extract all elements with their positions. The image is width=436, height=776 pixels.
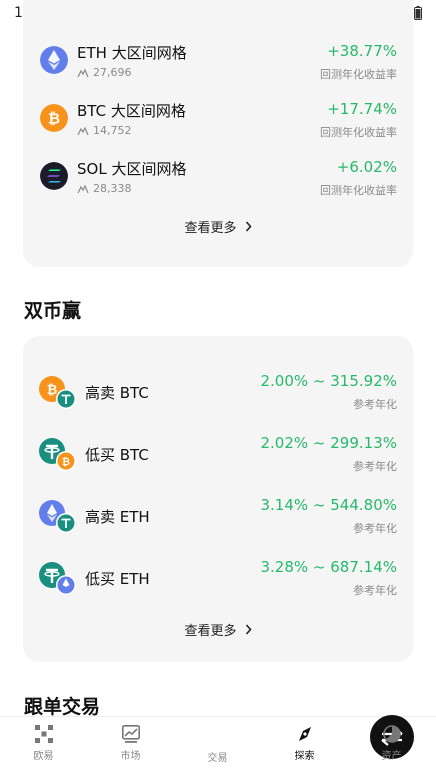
dual-range: 3.28% ~ 687.14% xyxy=(260,558,398,576)
nav-item-okx[interactable]: 欧易 xyxy=(0,725,87,762)
users-icon xyxy=(77,184,89,193)
grid-bot-title: SOL 大区间网格 xyxy=(77,160,187,178)
btc-usdt-pair-icon: ₿ xyxy=(39,376,76,409)
compass-icon xyxy=(298,727,311,741)
grid-bot-title: BTC 大区间网格 xyxy=(77,102,186,120)
chevron-right-icon xyxy=(245,624,252,635)
grid-bot-row-sol[interactable]: SOL 大区间网格 28,338 +6.02% 回测年化收益率 xyxy=(23,154,413,206)
grid-bot-users: 14,752 xyxy=(77,124,132,137)
dual-row-sell-eth[interactable]: 高卖 ETH 3.14% ~ 544.80% 参考年化 xyxy=(23,494,413,546)
nav-label: 市场 xyxy=(120,751,141,762)
sol-coin-icon xyxy=(40,162,68,190)
grid-bot-row-btc[interactable]: ₿ BTC 大区间网格 14,752 +17.74% 回测年化收益率 xyxy=(23,96,413,148)
okx-logo-icon xyxy=(34,725,53,743)
nav-item-market[interactable]: 市场 xyxy=(87,725,174,762)
nav-item-explore[interactable]: 探索 xyxy=(261,725,348,762)
market-chart-icon xyxy=(121,725,140,743)
nav-label: 交易 xyxy=(207,753,228,764)
grid-bot-caption: 回测年化收益率 xyxy=(320,126,397,139)
assets-pie-icon xyxy=(382,725,401,743)
grid-bot-caption: 回测年化收益率 xyxy=(320,184,397,197)
grid-bots-card: ETH 大区间网格 27,696 +38.77% 回测年化收益率 ₿ BTC 大… xyxy=(23,0,413,267)
eth-usdt-pair-icon xyxy=(39,500,76,533)
dual-currency-more-link[interactable]: 查看更多 xyxy=(23,620,413,639)
nav-item-assets[interactable]: 资产 xyxy=(348,725,435,762)
chevron-right-icon xyxy=(245,221,252,232)
btc-coin-icon: ₿ xyxy=(40,104,68,132)
dual-title: 高卖 ETH xyxy=(85,508,150,526)
grid-bot-users-count: 27,696 xyxy=(93,66,132,79)
usdt-btc-pair-icon: ₿ xyxy=(39,438,76,471)
dual-range: 2.00% ~ 315.92% xyxy=(260,372,398,390)
svg-text:₿: ₿ xyxy=(47,383,58,398)
eth-coin-icon xyxy=(40,46,68,74)
grid-bots-more-link[interactable]: 查看更多 xyxy=(23,217,413,236)
section-title-copy-trading: 跟单交易 xyxy=(24,696,101,718)
grid-bot-users: 27,696 xyxy=(77,66,132,79)
nav-label: 探索 xyxy=(294,751,315,762)
dual-row-buy-btc[interactable]: ₿ 低买 BTC 2.02% ~ 299.13% 参考年化 xyxy=(23,432,413,484)
dual-row-buy-eth[interactable]: 低买 ETH 3.28% ~ 687.14% 参考年化 xyxy=(23,556,413,608)
grid-bot-return: +6.02% xyxy=(336,158,397,176)
more-label: 查看更多 xyxy=(184,624,237,639)
grid-bot-return: +38.77% xyxy=(327,42,397,60)
dual-title: 高卖 BTC xyxy=(85,384,149,402)
svg-text:₿: ₿ xyxy=(62,456,70,468)
nav-label: 欧易 xyxy=(33,751,54,762)
section-title-dual-currency: 双币赢 xyxy=(24,300,82,322)
grid-bot-caption: 回测年化收益率 xyxy=(320,68,397,81)
usdt-eth-pair-icon xyxy=(39,562,76,595)
grid-bot-title: ETH 大区间网格 xyxy=(77,44,187,62)
grid-bot-users-count: 28,338 xyxy=(93,182,132,195)
users-icon xyxy=(77,126,89,135)
nav-label: 资产 xyxy=(381,751,402,762)
dual-caption: 参考年化 xyxy=(353,522,397,535)
dual-title: 低买 ETH xyxy=(85,570,150,588)
dual-caption: 参考年化 xyxy=(353,460,397,473)
dual-row-sell-btc[interactable]: ₿ 高卖 BTC 2.00% ~ 315.92% 参考年化 xyxy=(23,370,413,422)
dual-range: 2.02% ~ 299.13% xyxy=(260,434,398,452)
grid-bot-users-count: 14,752 xyxy=(93,124,132,137)
dual-currency-card: ₿ 高卖 BTC 2.00% ~ 315.92% 参考年化 ₿ 低买 BTC 2… xyxy=(23,336,413,662)
grid-bot-row-eth[interactable]: ETH 大区间网格 27,696 +38.77% 回测年化收益率 xyxy=(23,38,413,90)
dual-caption: 参考年化 xyxy=(353,398,397,411)
more-label: 查看更多 xyxy=(184,221,237,236)
dual-caption: 参考年化 xyxy=(353,584,397,597)
grid-bot-return: +17.74% xyxy=(327,100,397,118)
dual-title: 低买 BTC xyxy=(85,446,149,464)
nav-item-trade[interactable]: 交易 xyxy=(174,715,414,764)
dual-range: 3.14% ~ 544.80% xyxy=(260,496,398,514)
svg-text:₿: ₿ xyxy=(48,110,60,128)
battery-icon xyxy=(414,6,422,20)
users-icon xyxy=(77,68,89,77)
bottom-nav: 欧易 市场 交易 探索 资产 xyxy=(0,715,436,776)
grid-bot-users: 28,338 xyxy=(77,182,132,195)
